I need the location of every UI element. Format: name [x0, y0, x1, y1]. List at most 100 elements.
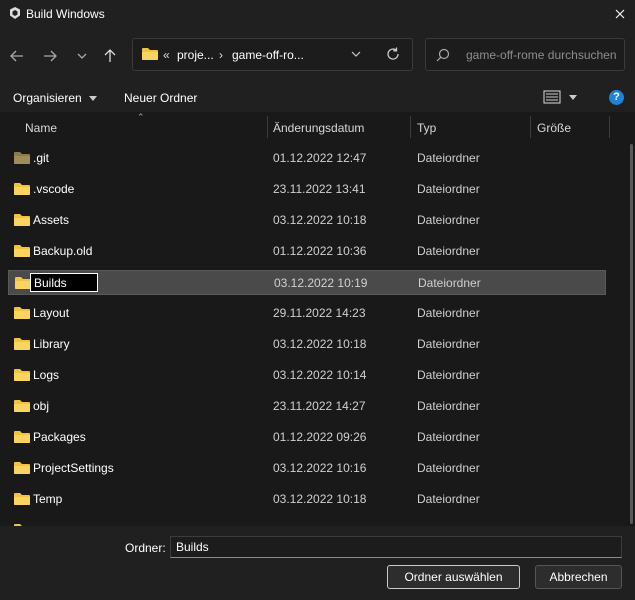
- folder-icon: [142, 48, 158, 60]
- file-name: .vscode: [33, 182, 75, 196]
- new-folder-button[interactable]: Neuer Ordner: [124, 91, 197, 105]
- forward-button[interactable]: [38, 44, 62, 68]
- table-row[interactable]: Assets 03.12.2022 10:18 Dateiordner: [8, 208, 606, 233]
- breadcrumb-overflow[interactable]: «: [163, 48, 170, 62]
- table-row[interactable]: ProjectSettings 03.12.2022 10:16 Dateior…: [8, 456, 606, 481]
- column-divider[interactable]: [267, 116, 268, 138]
- file-type: Dateiordner: [417, 182, 480, 196]
- close-button[interactable]: [605, 0, 635, 28]
- back-arrow-icon: [10, 50, 23, 62]
- view-options-button[interactable]: [543, 90, 579, 107]
- file-date: 03.12.2022 10:18: [273, 213, 367, 227]
- rename-value: Builds: [34, 276, 67, 290]
- folder-icon: [14, 400, 30, 412]
- table-row[interactable]: Layout 29.11.2022 14:23 Dateiordner: [8, 301, 606, 326]
- file-date: 03.12.2022 10:18: [273, 337, 367, 351]
- recent-locations-button[interactable]: [70, 44, 94, 68]
- folder-icon: [14, 338, 30, 350]
- back-button[interactable]: [5, 44, 29, 68]
- close-icon: [615, 9, 625, 19]
- file-name: Backup.old: [33, 244, 93, 258]
- up-button[interactable]: [98, 44, 122, 68]
- file-type: Dateiordner: [417, 399, 480, 413]
- app-icon: [10, 7, 20, 19]
- file-date: 03.12.2022 10:14: [273, 368, 367, 382]
- file-type: Dateiordner: [417, 430, 480, 444]
- dialog-footer: Ordner: Builds Ordner auswählen Abbreche…: [0, 526, 635, 600]
- folder-icon: [14, 493, 30, 505]
- folder-icon: [14, 307, 30, 319]
- file-date: 03.12.2022 10:16: [273, 461, 367, 475]
- column-header-date[interactable]: Änderungsdatum: [273, 121, 364, 135]
- folder-name-field[interactable]: Builds: [170, 536, 622, 558]
- select-folder-button[interactable]: Ordner auswählen: [387, 565, 520, 589]
- file-date: 23.11.2022 14:27: [273, 399, 366, 413]
- file-name: ProjectSettings: [33, 461, 114, 475]
- column-divider[interactable]: [530, 116, 531, 138]
- view-options-icon: [543, 90, 577, 104]
- table-row-partial[interactable]: [8, 518, 606, 526]
- command-bar: Organisieren Neuer Ordner ?: [0, 84, 635, 112]
- search-placeholder: game-off-rome durchsuchen: [466, 48, 617, 62]
- breadcrumb-item-projects[interactable]: proje...: [177, 48, 214, 62]
- table-row[interactable]: Temp 03.12.2022 10:18 Dateiordner: [8, 487, 606, 512]
- breadcrumb-item-game-off-rome[interactable]: game-off-ro...: [232, 48, 304, 62]
- organize-label: Organisieren: [13, 91, 82, 105]
- folder-icon: [14, 152, 30, 164]
- vertical-scrollbar[interactable]: [630, 144, 633, 524]
- column-header-size[interactable]: Größe: [537, 121, 571, 135]
- table-row[interactable]: obj 23.11.2022 14:27 Dateiordner: [8, 394, 606, 419]
- file-name: Temp: [33, 492, 63, 506]
- table-row[interactable]: Library 03.12.2022 10:18 Dateiordner: [8, 332, 606, 357]
- file-date: 01.12.2022 12:47: [273, 151, 367, 165]
- table-row-selected[interactable]: Builds 03.12.2022 10:19 Dateiordner: [8, 270, 606, 295]
- address-bar[interactable]: « proje... › game-off-ro...: [132, 38, 413, 71]
- folder-icon: [14, 462, 30, 474]
- navigation-bar: « proje... › game-off-ro... game-off-rom…: [0, 28, 635, 84]
- window-title: Build Windows: [26, 7, 105, 21]
- search-icon: [436, 48, 450, 62]
- file-name: Assets: [33, 213, 70, 227]
- breadcrumb-separator: ›: [219, 48, 223, 62]
- search-box[interactable]: game-off-rome durchsuchen: [425, 38, 625, 71]
- folder-icon: [14, 183, 30, 195]
- table-row[interactable]: Backup.old 01.12.2022 10:36 Dateiordner: [8, 239, 606, 264]
- folder-icon: [14, 369, 30, 381]
- rename-input[interactable]: Builds: [30, 273, 98, 292]
- column-headers: ⌃ Name Änderungsdatum Typ Größe: [0, 112, 635, 142]
- chevron-down-icon: [77, 53, 87, 59]
- file-type: Dateiordner: [417, 461, 480, 475]
- table-row[interactable]: .git 01.12.2022 12:47 Dateiordner: [8, 146, 606, 171]
- chevron-down-icon[interactable]: [351, 49, 361, 59]
- file-date: 03.12.2022 10:18: [273, 492, 367, 506]
- file-date: 29.11.2022 14:23: [273, 306, 366, 320]
- file-date: 23.11.2022 13:41: [273, 182, 366, 196]
- column-divider[interactable]: [609, 116, 610, 138]
- help-icon[interactable]: ?: [609, 90, 624, 105]
- refresh-icon[interactable]: [385, 46, 401, 62]
- file-name: Packages: [33, 430, 86, 444]
- title-bar: Build Windows: [0, 0, 635, 28]
- organize-menu-button[interactable]: Organisieren: [13, 91, 98, 105]
- file-name: .git: [33, 151, 50, 165]
- file-name: Layout: [33, 306, 70, 320]
- table-row[interactable]: Packages 01.12.2022 09:26 Dateiordner: [8, 425, 606, 450]
- file-type: Dateiordner: [417, 151, 480, 165]
- table-row[interactable]: .vscode 23.11.2022 13:41 Dateiordner: [8, 177, 606, 202]
- chevron-down-icon: [89, 96, 98, 101]
- cancel-button[interactable]: Abbrechen: [535, 565, 622, 589]
- column-divider[interactable]: [410, 116, 411, 138]
- folder-icon: [14, 214, 30, 226]
- folder-name-value: Builds: [176, 540, 209, 554]
- column-header-name[interactable]: Name: [25, 121, 57, 135]
- file-name: obj: [33, 399, 50, 413]
- forward-arrow-icon: [44, 50, 57, 62]
- column-header-type[interactable]: Typ: [417, 121, 436, 135]
- file-type: Dateiordner: [417, 244, 480, 258]
- file-type: Dateiordner: [417, 306, 480, 320]
- file-type: Dateiordner: [417, 337, 480, 351]
- file-date: 03.12.2022 10:19: [274, 276, 368, 290]
- file-type: Dateiordner: [417, 213, 480, 227]
- file-date: 01.12.2022 09:26: [273, 430, 367, 444]
- table-row[interactable]: Logs 03.12.2022 10:14 Dateiordner: [8, 363, 606, 388]
